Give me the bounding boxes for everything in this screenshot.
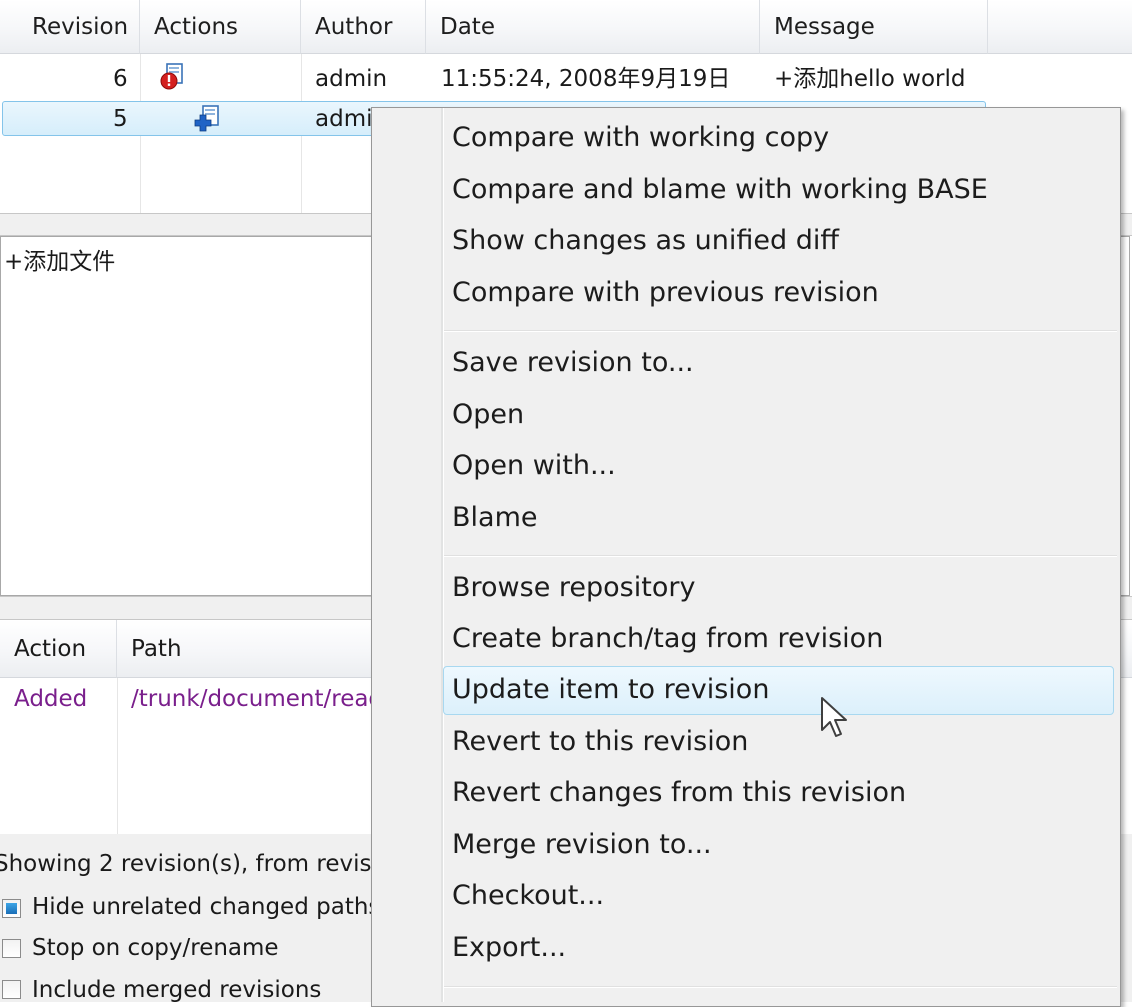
menu-item-compare-previous[interactable]: Compare with previous revision [452,271,879,315]
column-header-action[interactable]: Action [0,620,117,678]
conflict-file-icon [158,62,188,92]
revision-number: 5 [113,106,128,132]
menu-item-open-with[interactable]: Open with... [452,444,616,488]
hide-unrelated-paths-label[interactable]: Hide unrelated changed paths [32,894,380,920]
menu-item-create-branch-tag[interactable]: Create branch/tag from revision [452,617,883,661]
menu-item-revert-to-revision[interactable]: Revert to this revision [452,720,748,764]
status-text: Showing 2 revision(s), from revisi [0,851,378,877]
mouse-pointer-icon [820,696,850,742]
menu-item-export[interactable]: Export... [452,926,566,970]
include-merged-checkbox[interactable] [2,980,21,999]
menu-item-merge-revision[interactable]: Merge revision to... [452,823,712,867]
column-header-revision[interactable]: Revision [0,0,140,54]
column-header-author[interactable]: Author [301,0,426,54]
menu-separator [444,330,1117,332]
menu-item-update-to-revision[interactable]: Update item to revision [452,668,769,712]
added-file-icon [193,104,223,134]
include-merged-label[interactable]: Include merged revisions [32,977,321,1003]
menu-item-compare-working-copy[interactable]: Compare with working copy [452,116,829,160]
menu-item-open[interactable]: Open [452,393,524,437]
menu-item-blame[interactable]: Blame [452,496,537,540]
column-header-message[interactable]: Message [760,0,988,54]
log-message-text: +添加文件 [4,249,116,275]
stop-on-copy-checkbox[interactable] [2,939,21,958]
path-action: Added [14,686,88,712]
menu-item-save-revision[interactable]: Save revision to... [452,341,694,385]
column-header-filler [988,0,1132,54]
menu-item-unified-diff[interactable]: Show changes as unified diff [452,219,839,263]
menu-item-revert-changes[interactable]: Revert changes from this revision [452,771,906,815]
hide-unrelated-paths-checkbox[interactable] [2,899,21,918]
stop-on-copy-label[interactable]: Stop on copy/rename [32,935,279,961]
menu-item-browse-repository[interactable]: Browse repository [452,566,695,610]
menu-separator [444,555,1117,557]
menu-item-compare-blame-base[interactable]: Compare and blame with working BASE [452,168,988,212]
column-header-actions[interactable]: Actions [140,0,301,54]
column-header-date[interactable]: Date [426,0,760,54]
menu-item-checkout[interactable]: Checkout... [452,874,604,918]
path-value: /trunk/document/read [131,686,384,712]
menu-separator [444,986,1117,988]
